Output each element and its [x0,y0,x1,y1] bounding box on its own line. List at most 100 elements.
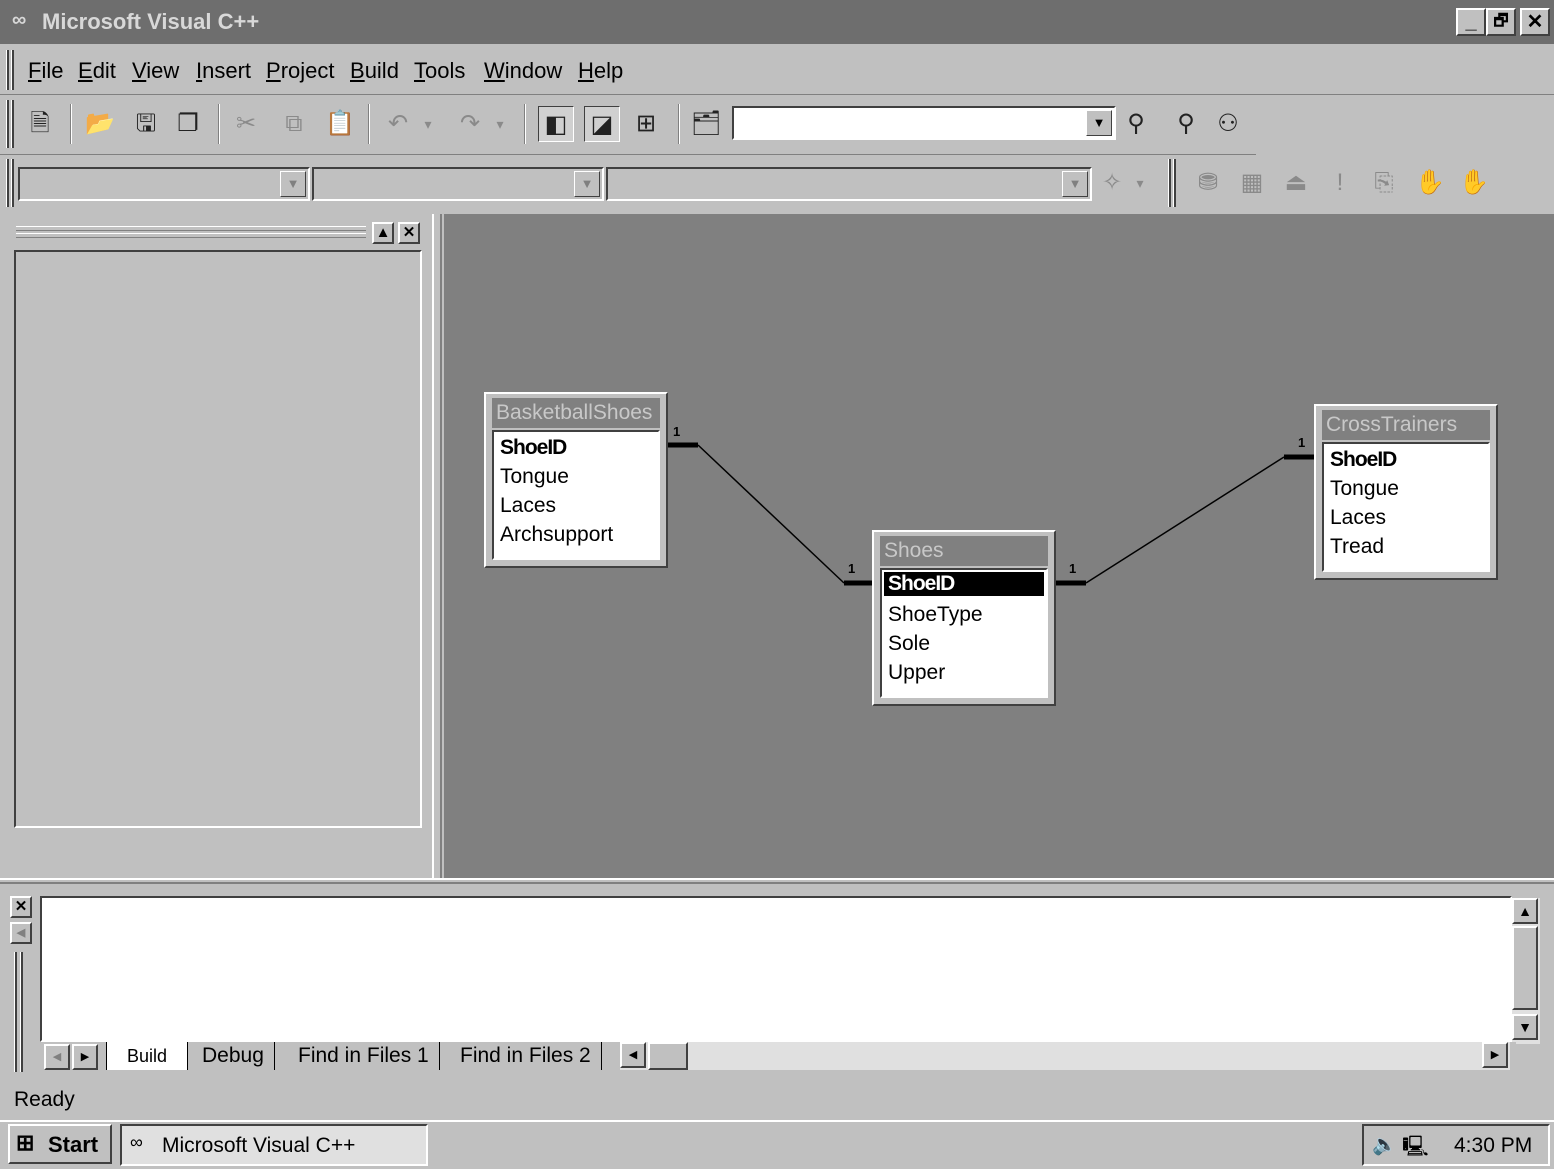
field-item[interactable]: Laces [1330,506,1386,530]
stop-build-icon[interactable]: ⏏ [1278,165,1314,201]
menu-view[interactable]: View [132,58,179,84]
menu-project[interactable]: Project [266,58,334,84]
field-item[interactable]: Tongue [500,465,569,489]
tab-find-in-files-2[interactable]: Find in Files 2 [450,1042,602,1070]
chevron-down-icon[interactable]: ▼ [574,171,600,197]
output-close-icon[interactable]: ✕ [10,896,32,918]
redo-icon[interactable]: ↷ [452,106,488,142]
output-restore-icon[interactable]: ◀ [10,922,32,944]
panel-grip[interactable] [16,226,366,231]
field-item[interactable]: ShoeID [1330,448,1397,472]
relationship-1[interactable] [668,442,872,586]
toolbar-grip[interactable] [6,159,9,207]
window-list-icon[interactable]: ⊞ [628,106,664,142]
workspace-icon[interactable]: ◧ [538,106,574,142]
close-button[interactable]: ✕ [1520,8,1550,36]
new-text-file-icon[interactable]: 🗎 [22,106,58,142]
tab-debug[interactable]: Debug [192,1042,275,1070]
scroll-thumb[interactable] [1512,926,1538,1010]
splitter[interactable] [432,214,442,878]
save-icon[interactable]: 🖫 [128,106,164,142]
undo-dropdown-icon[interactable]: ▾ [418,106,438,142]
paste-icon[interactable]: 📋 [322,106,358,142]
filter-combo[interactable]: ▼ [312,167,604,201]
chevron-down-icon[interactable]: ▼ [1062,171,1088,197]
panel-maximize-icon[interactable]: ▲ [372,222,394,244]
toolbar-grip[interactable] [6,100,9,148]
tab-scroll-right-icon[interactable]: ▶ [72,1044,98,1070]
tab-find-in-files-1[interactable]: Find in Files 1 [288,1042,440,1070]
field-item[interactable]: Upper [888,661,945,685]
restore-button[interactable]: 🗗 [1486,8,1516,36]
output-grip[interactable] [14,952,17,1072]
field-item[interactable]: ShoeID [500,436,567,460]
relationship-2[interactable] [1056,454,1314,586]
menu-file[interactable]: File [28,58,63,84]
menu-tools[interactable]: Tools [414,58,465,84]
output-grip-2[interactable] [20,952,23,1072]
panel-close-icon[interactable]: ✕ [398,222,420,244]
table-shoes[interactable]: Shoes ShoeID ShoeType Sole Upper [872,530,1056,706]
copy-icon[interactable]: ⧉ [276,106,312,142]
find-binoculars-icon[interactable]: ⚇ [1210,106,1246,142]
speaker-icon[interactable]: 🔈 [1372,1132,1397,1157]
execute-icon[interactable]: ! [1322,165,1358,201]
scroll-down-icon[interactable]: ▼ [1512,1014,1538,1040]
panel-grip-2[interactable] [16,233,366,238]
title-bar[interactable]: ∞ Microsoft Visual C++ _ 🗗 ✕ [0,0,1554,44]
field-item[interactable]: Tongue [1330,477,1399,501]
vc-infinity-icon[interactable]: ∞ [12,9,26,32]
field-list[interactable]: ShoeID Tongue Laces Tread [1322,442,1490,572]
remove-breakpoints-icon[interactable]: ✋ [1456,165,1492,201]
field-list[interactable]: ShoeID Tongue Laces Archsupport [492,430,660,560]
workspace-view[interactable] [14,250,422,828]
output-icon[interactable]: ◪ [584,106,620,142]
network-icon[interactable]: 🖳 [1402,1132,1429,1166]
field-item-selected[interactable]: ShoeID [883,571,1045,597]
cut-icon[interactable]: ✂ [228,106,264,142]
open-folder-icon[interactable]: 📂 [82,106,118,142]
build-icon[interactable]: ▦ [1234,165,1270,201]
toolbar-grip-2[interactable] [11,159,14,207]
field-item[interactable]: Laces [500,494,556,518]
toolbar-grip-2[interactable] [1173,159,1176,207]
toolbar-grip[interactable] [1168,159,1171,207]
hscroll-thumb[interactable] [648,1042,688,1070]
horizontal-scrollbar[interactable]: ◀ ▶ [620,1042,1510,1070]
table-caption[interactable]: CrossTrainers [1322,410,1490,440]
field-item[interactable]: Archsupport [500,523,613,547]
find-icon[interactable]: ⚲ [1118,106,1154,142]
menu-edit[interactable]: Edit [78,58,116,84]
tab-build[interactable]: Build [106,1042,189,1070]
clock[interactable]: 4:30 PM [1454,1134,1532,1158]
table-caption[interactable]: Shoes [880,536,1048,566]
scroll-up-icon[interactable]: ▲ [1512,898,1538,924]
find-in-files-icon[interactable]: 🗂 [688,106,724,142]
menu-insert[interactable]: Insert [196,58,251,84]
minimize-button[interactable]: _ [1456,8,1486,36]
field-item[interactable]: Tread [1330,535,1384,559]
menu-build[interactable]: Build [350,58,399,84]
undo-icon[interactable]: ↶ [380,106,416,142]
save-all-icon[interactable]: ❐ [170,106,206,142]
output-text-area[interactable] [40,896,1512,1042]
chevron-down-icon[interactable]: ▼ [1086,110,1112,136]
tab-scroll-left-icon[interactable]: ◀ [44,1044,70,1070]
toolbar-grip-2[interactable] [11,100,14,148]
start-button[interactable]: ⊞ Start [8,1124,112,1164]
field-item[interactable]: ShoeType [888,603,983,627]
field-list[interactable]: ShoeID ShoeType Sole Upper [880,568,1048,698]
redo-dropdown-icon[interactable]: ▾ [490,106,510,142]
table-caption[interactable]: BasketballShoes [492,398,660,428]
members-combo[interactable]: ▼ [606,167,1092,201]
chevron-down-icon[interactable]: ▼ [280,171,306,197]
scroll-right-icon[interactable]: ▶ [1482,1042,1508,1068]
vertical-scrollbar[interactable]: ▲ ▼ [1512,898,1540,1044]
class-combo[interactable]: ▼ [18,167,310,201]
breakpoint-hand-icon[interactable]: ✋ [1412,165,1448,201]
find-combo[interactable]: ▼ [732,106,1116,140]
table-crosstrainers[interactable]: CrossTrainers ShoeID Tongue Laces Tread [1314,404,1498,580]
find-next-icon[interactable]: ⚲ [1168,106,1204,142]
menu-window[interactable]: Window [484,58,562,84]
table-basketballshoes[interactable]: BasketballShoes ShoeID Tongue Laces Arch… [484,392,668,568]
